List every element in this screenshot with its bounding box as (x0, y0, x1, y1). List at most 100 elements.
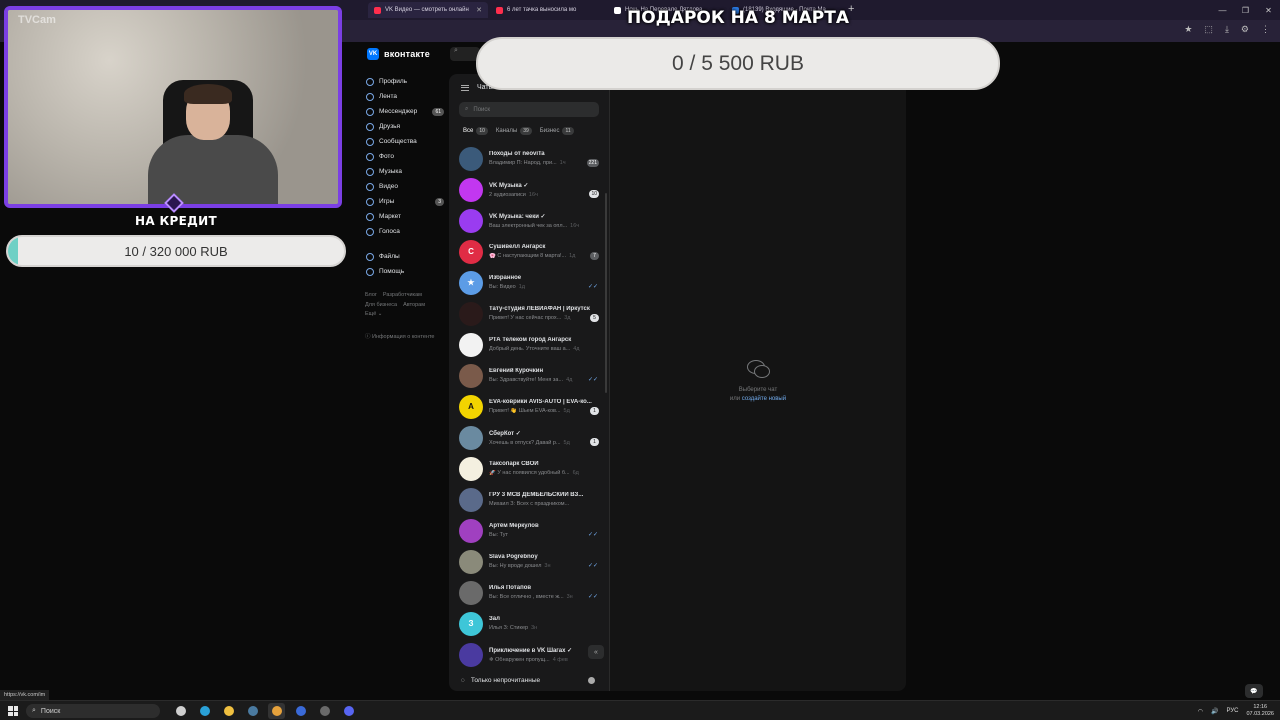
sidebar-item-video[interactable]: Видео (366, 179, 446, 194)
chat-row[interactable]: З Зал Илья З: Стикер 3н (449, 608, 609, 639)
chat-row[interactable]: Илья Потапов Вы: Все отлично , вместе ж..… (449, 577, 609, 608)
browser-tab-vk-video[interactable]: VK Видео — смотреть онлайн ✕ (368, 2, 488, 18)
chat-avatar (459, 456, 483, 481)
sidebar-item-photo[interactable]: Фото (366, 149, 446, 164)
chrome-icon[interactable] (268, 703, 285, 719)
volume-icon[interactable]: 🔊 (1211, 708, 1218, 715)
settings-icon[interactable]: ⚙ (1241, 24, 1249, 35)
chat-preview: Вы: Тут (489, 532, 508, 538)
bookmark-star-icon[interactable]: ★ (1184, 24, 1192, 35)
sidebar-item-feed[interactable]: Лента (366, 89, 446, 104)
only-unread-toggle-row[interactable]: ◌ Только непрочитанные (449, 669, 609, 691)
credit-goal-fill (8, 237, 19, 265)
extensions-icon[interactable]: ⬚ (1204, 24, 1213, 35)
windows-start-icon[interactable] (8, 706, 18, 716)
close-window-button[interactable]: ✕ (1257, 0, 1280, 20)
chat-avatar (459, 580, 483, 605)
sidebar-item-profile[interactable]: Профиль (366, 74, 446, 89)
chat-row[interactable]: C Сушивелл Ангарск 🌸 С наступающим 8 марта… (449, 236, 609, 267)
menu-burger-icon[interactable] (461, 84, 469, 91)
chat-name: Евгений Курочкин (489, 368, 544, 374)
read-check-icon: ✓✓ (587, 377, 598, 383)
create-new-chat-link[interactable]: создайте новый (742, 396, 786, 402)
chat-preview-line: Ваш электронный чек за опл... 16ч (489, 223, 597, 229)
chat-row[interactable]: ★ Избранное Вы: Видео 1д ✓✓ (449, 267, 609, 298)
chat-row[interactable]: Артём Меркулов Вы: Тут ✓✓ (449, 515, 609, 546)
files-icon (366, 252, 374, 261)
only-unread-toggle[interactable] (588, 676, 595, 684)
toolbar-icons: ★ ⬚ ⤓ ⚙ ⋮ (1184, 24, 1270, 35)
clock[interactable]: 12:16 07.03.2026 (1246, 704, 1274, 718)
chat-row[interactable]: РТА Телеком город Ангарск Добрый день. Ут… (449, 329, 609, 360)
footer-link-business[interactable]: Для бизнеса (365, 302, 397, 308)
discord-icon[interactable] (340, 703, 357, 719)
task-view-icon[interactable] (172, 703, 189, 719)
market-icon (366, 212, 374, 221)
edge-icon[interactable] (196, 703, 213, 719)
chat-preview: Владимир П: Народ, при... (489, 160, 557, 166)
unread-count-badge: 1 (590, 438, 599, 446)
tab-channels[interactable]: Каналы 39 (496, 127, 532, 135)
read-check-icon: ✓✓ (587, 284, 598, 290)
footer-link-more[interactable]: Ещё ⌄ (365, 311, 382, 317)
wifi-icon[interactable]: ◠ (1198, 708, 1203, 715)
chat-row[interactable]: VK Музыка: чеки ✓ Ваш электронный чек за … (449, 205, 609, 236)
vk-logo[interactable]: VK вконтакте (367, 48, 430, 60)
tab-count: 10 (476, 127, 488, 135)
chat-row[interactable]: VK Музыка ✓ 2 аудиозаписи 16ч 10 (449, 174, 609, 205)
taskbar-search-input[interactable]: ⌕ Поиск (26, 704, 160, 718)
chat-row[interactable]: ГРУ 3 МСВ ДЕМБЕЛЬСКИЙ ВЗ... Михаил З: Все… (449, 484, 609, 515)
sidebar-item-votes[interactable]: Голоса (366, 224, 446, 239)
chat-text: VK Музыка ✓ 2 аудиозаписи 16ч (489, 182, 597, 198)
sidebar-item-market[interactable]: Маркет (366, 209, 446, 224)
chat-name: Илья Потапов (489, 585, 532, 591)
sidebar-item-friends[interactable]: Друзья (366, 119, 446, 134)
explorer-icon[interactable] (220, 703, 237, 719)
tab-all[interactable]: Все 10 (463, 127, 488, 135)
chat-row[interactable]: A EVA-коврики AVIS-AUTO | EVA-ко... Привет… (449, 391, 609, 422)
empty-chat-placeholder: Выберите чат или создайте новый (700, 360, 816, 404)
chat-avatar (459, 642, 483, 667)
tab-business[interactable]: Бизнес 11 (540, 127, 574, 135)
chat-time: 16ч (570, 222, 580, 229)
menu-icon[interactable]: ⋮ (1261, 24, 1270, 35)
chat-row[interactable]: Походы от neoviTa Владимир П: Народ, при.… (449, 143, 609, 174)
games-badge: 3 (435, 197, 444, 206)
footer-link-blog[interactable]: Блог (365, 292, 377, 298)
collapse-panel-button[interactable]: « (588, 645, 604, 659)
chat-preview: Вы: Все отлично , вместе ж... (489, 594, 564, 600)
sidebar-item-communities[interactable]: Сообщества (366, 134, 446, 149)
sidebar-item-music[interactable]: Музыка (366, 164, 446, 179)
chat-row[interactable]: Приключение в VK Шагах ✓ ❄ Обнаружен проп… (449, 639, 609, 670)
footer-link-developers[interactable]: Разработчикам (383, 292, 422, 298)
webcam-overlay: TVCam (4, 6, 342, 208)
chat-search-input[interactable]: ⌕ Поиск (459, 102, 599, 117)
sidebar-item-messenger[interactable]: Мессенджер 61 (366, 104, 446, 119)
chat-row[interactable]: Slava Pogrebnoy Вы: Ну вроде дошел 3н ✓✓ (449, 546, 609, 577)
chat-row[interactable]: Таксопарк СВОИ 🚀 У нас появился удобный б… (449, 453, 609, 484)
minimize-button[interactable]: — (1211, 0, 1234, 20)
search-icon: ⌕ (454, 47, 458, 54)
search-placeholder: Поиск (473, 106, 491, 113)
chat-row[interactable]: СберКот ✓ Хочешь в отпуск? Давай р... 5д 1 (449, 422, 609, 453)
read-check-icon: ✓✓ (587, 563, 598, 569)
chat-time: 4 фев (552, 656, 568, 663)
content-info-link[interactable]: ⓘ Информация о контенте (365, 332, 434, 340)
obs-icon[interactable] (316, 703, 333, 719)
chat-avatar: A (459, 394, 483, 419)
app-blue-icon[interactable] (292, 703, 309, 719)
chat-avatar (459, 549, 483, 574)
chat-list-scrollbar[interactable] (605, 193, 607, 393)
steam-icon[interactable] (244, 703, 261, 719)
sidebar-item-files[interactable]: Файлы (366, 249, 446, 264)
streamer-hair (184, 84, 232, 104)
chat-fab-button[interactable]: 💬 (1245, 684, 1263, 698)
downloads-icon[interactable]: ⤓ (1225, 24, 1229, 35)
sidebar-item-help[interactable]: Помощь (366, 264, 446, 279)
maximize-button[interactable]: ❐ (1234, 0, 1257, 20)
chat-row[interactable]: Евгений Курочкин Вы: Здравствуйте! Меня з… (449, 360, 609, 391)
sidebar-item-games[interactable]: Игры 3 (366, 194, 446, 209)
footer-link-authors[interactable]: Авторам (403, 302, 425, 308)
chat-row[interactable]: Тату-студия ЛЕВИАФАН | Иркутск Привет! У … (449, 298, 609, 329)
language-indicator[interactable]: РУС (1226, 708, 1238, 714)
